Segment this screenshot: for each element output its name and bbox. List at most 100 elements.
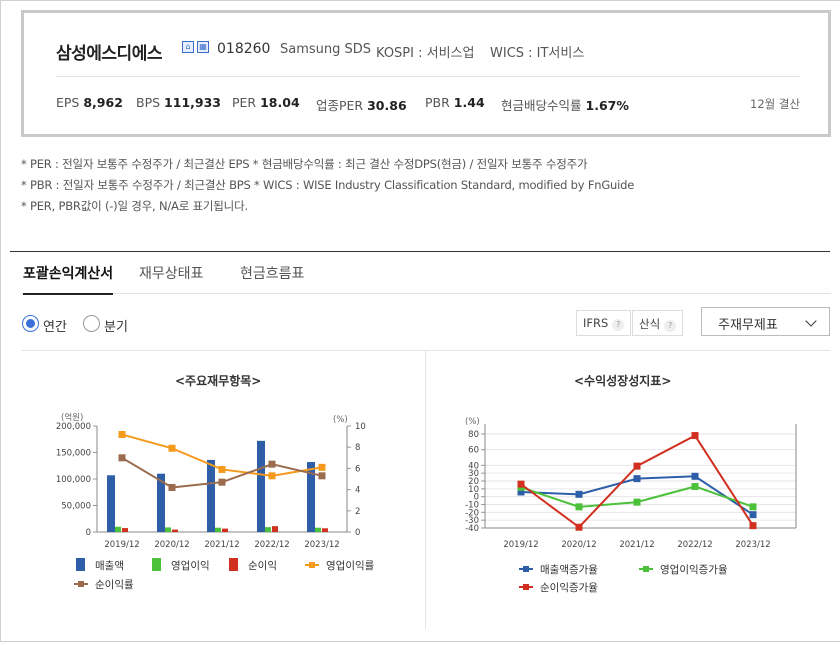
bar-영업이익: [215, 527, 221, 532]
help-icon[interactable]: ?: [612, 319, 625, 331]
point-순이익증가율: [633, 462, 641, 470]
market-sector: KOSPI : 서비스업: [376, 46, 475, 61]
x-axis-tick-label: 2021/12: [204, 540, 239, 550]
right-axis-tick-label: 6: [355, 464, 360, 474]
chevron-down-icon: [805, 315, 817, 327]
x-axis-tick-label: 2022/12: [254, 540, 289, 550]
bar-매출액: [257, 440, 265, 532]
legend-label: 순이익률: [95, 579, 134, 591]
metric-dividend-yield: 현금배당수익률 1.67%: [501, 98, 629, 113]
point-순이익증가율: [517, 480, 525, 488]
right-axis-tick-label: 4: [355, 486, 360, 496]
point-순이익률: [268, 460, 276, 468]
quarter-radio[interactable]: [83, 315, 100, 332]
metric-bps: BPS 111,933: [136, 95, 221, 110]
left-axis-tick-label: 0: [86, 528, 91, 538]
point-영업이익률: [268, 472, 276, 480]
english-name: Samsung SDS: [280, 42, 372, 57]
point-영업이익증가율: [749, 503, 757, 511]
x-axis-tick-label: 2023/12: [735, 540, 770, 550]
bar-영업이익: [265, 527, 271, 532]
tab-balance-sheet[interactable]: 재무상태표: [139, 263, 203, 283]
metric-industry-per: 업종PER 30.86: [316, 98, 407, 113]
chart-title-growth: <수익성장성지표>: [574, 374, 672, 388]
point-영업이익률: [318, 463, 326, 471]
formula-label: 산식: [639, 317, 661, 331]
left-axis-tick-label: 50,000: [61, 502, 91, 512]
home-icon[interactable]: ⌂: [182, 41, 194, 53]
wics-sector: WICS : IT서비스: [490, 46, 585, 61]
x-axis-tick-label: 2020/12: [154, 540, 189, 550]
point-순이익증가율: [691, 432, 699, 440]
tab-income-statement[interactable]: 포괄손익계산서: [23, 263, 114, 295]
legend-label: 매출액: [95, 560, 124, 572]
stock-code: 018260: [217, 41, 271, 57]
bar-순이익: [222, 528, 228, 532]
x-axis-tick-label: 2019/12: [104, 540, 139, 550]
legend-swatch: [309, 562, 315, 568]
point-순이익증가율: [749, 522, 757, 530]
definition-notes: * PER : 전일자 보통주 수정주가 / 최근결산 EPS * 현금배당수익…: [21, 154, 634, 217]
legend-swatch: [523, 584, 529, 590]
right-axis-label: (%): [333, 415, 348, 425]
help-icon[interactable]: ?: [664, 320, 677, 332]
point-순이익률: [168, 483, 176, 491]
legend-swatch: [229, 558, 238, 571]
select-value: 주재무제표: [718, 318, 778, 333]
annual-radio[interactable]: [22, 315, 39, 332]
formula-toggle[interactable]: 산식?: [632, 310, 684, 336]
metric-per: PER 18.04: [232, 95, 300, 110]
statement-type-select[interactable]: 주재무제표: [701, 307, 830, 336]
fiscal-close: 12월 결산: [750, 97, 801, 111]
x-axis-tick-label: 2020/12: [561, 540, 596, 550]
left-axis-label: (억원): [61, 412, 83, 423]
bar-매출액: [107, 475, 115, 532]
right-axis-tick-label: 2: [355, 507, 360, 517]
point-매출액증가율: [633, 475, 641, 483]
point-영업이익률: [218, 465, 226, 473]
legend-label: 영업이익률: [326, 559, 375, 572]
note-line: * PER, PBR값이 (-)일 경우, N/A로 표기됩니다.: [21, 199, 248, 213]
building-icon[interactable]: ▦: [197, 41, 209, 53]
main-financials-chart: 0 50,000 100,000 150,000 200,000 0 2 4 6 8 10 (억원) (…: [56, 412, 375, 591]
y-axis-label: (%): [465, 417, 480, 427]
metric-eps: EPS 8,962: [56, 95, 123, 110]
bar-영업이익: [165, 527, 171, 532]
tab-cash-flow[interactable]: 현금흐름표: [240, 263, 304, 283]
y-axis-tick-label: 40: [468, 461, 479, 471]
statement-tabs: 포괄손익계산서 재무상태표 현금흐름표: [21, 252, 831, 295]
bar-순이익: [322, 528, 328, 532]
bar-순이익: [172, 529, 178, 532]
left-axis-tick-label: 150,000: [56, 449, 91, 459]
legend-swatch: [523, 566, 529, 572]
company-name: 삼성에스디에스: [56, 44, 162, 64]
point-매출액증가율: [691, 472, 699, 480]
x-axis-tick-label: 2023/12: [304, 540, 339, 550]
ifrs-label: IFRS: [583, 316, 609, 330]
point-영업이익증가율: [633, 498, 641, 506]
legend-label: 영업이익: [171, 559, 210, 572]
right-axis-tick-label: 0: [355, 528, 360, 538]
right-axis-tick-label: 10: [355, 422, 366, 432]
quarter-label[interactable]: 분기: [104, 316, 128, 335]
company-summary-box: 삼성에스디에스 ⌂ ▦ 018260 Samsung SDS KOSPI : 서…: [21, 10, 831, 137]
legend-swatch: [76, 558, 85, 571]
chart-title-main: <주요재무항목>: [175, 374, 262, 388]
annual-label[interactable]: 연간: [43, 316, 67, 335]
point-매출액증가율: [749, 511, 757, 519]
point-매출액증가율: [575, 490, 583, 498]
ifrs-toggle[interactable]: IFRS?: [576, 310, 632, 336]
legend-label: 순이익증가율: [540, 582, 598, 594]
point-영업이익률: [118, 430, 126, 438]
point-영업이익률: [168, 444, 176, 452]
point-영업이익증가율: [691, 482, 699, 490]
legend-label: 순이익: [248, 560, 277, 572]
bar-매출액: [207, 459, 215, 532]
left-axis-tick-label: 200,000: [56, 422, 91, 432]
legend-label: 매출액증가율: [540, 564, 598, 576]
left-axis-tick-label: 100,000: [56, 475, 91, 485]
point-순이익률: [218, 478, 226, 486]
legend-label: 영업이익증가율: [660, 563, 728, 576]
y-axis-tick-label: 60: [468, 446, 479, 456]
legend-swatch: [152, 558, 161, 571]
